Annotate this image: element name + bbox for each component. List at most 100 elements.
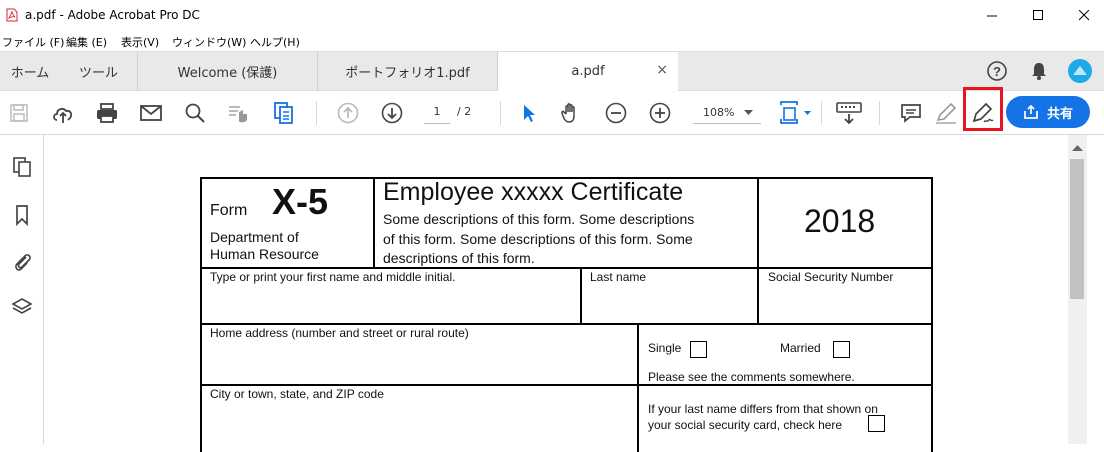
search-icon [185, 103, 205, 123]
right-pane-edge [1087, 135, 1104, 444]
document-view[interactable]: Form X-5 Department of Human Resource Em… [44, 135, 1068, 452]
maximize-button[interactable] [1015, 0, 1061, 31]
single-label: Single [648, 341, 682, 355]
save-icon [10, 104, 28, 122]
plus-circle-icon [649, 102, 671, 124]
name-differs-checkbox[interactable] [868, 415, 885, 432]
married-checkbox[interactable] [833, 341, 850, 358]
name-differs-line-2: your social security card, check here [648, 418, 843, 432]
ssn-label: Social Security Number [768, 270, 894, 284]
scroll-up-icon[interactable] [1072, 145, 1083, 152]
cursor-arrow-icon [524, 105, 535, 122]
home-address-label: Home address (number and street or rural… [210, 326, 469, 340]
fill-and-sign-button[interactable] [970, 100, 996, 126]
zoom-select[interactable]: 108% [693, 103, 761, 124]
request-sign-button[interactable] [225, 100, 251, 126]
attachments-button[interactable] [10, 249, 34, 273]
notifications-button[interactable] [1027, 59, 1051, 83]
form-description-line-3: descriptions of this form. [383, 250, 535, 266]
tab-portfolio-label: ポートフォリオ1.pdf [345, 66, 470, 81]
tab-tools-label: ツール [78, 66, 118, 81]
toolbar-divider [879, 101, 880, 125]
select-tool-button[interactable] [515, 100, 541, 126]
menu-window[interactable]: ウィンドウ(W) [172, 34, 246, 50]
form-description-line-2: of this form. Some descriptions of this … [383, 231, 693, 247]
arrow-down-circle-icon [381, 102, 403, 124]
married-label: Married [780, 341, 821, 355]
toolbar: 1 / 2 108% 共有 [0, 87, 1104, 135]
avatar-icon [1068, 59, 1092, 83]
menu-file[interactable]: ファイル (F) [2, 34, 64, 50]
close-window-button[interactable] [1061, 0, 1104, 31]
next-page-button[interactable] [379, 100, 405, 126]
zoom-out-button[interactable] [603, 100, 629, 126]
left-navigation-pane [0, 135, 44, 444]
chevron-down-icon [744, 110, 753, 115]
menu-edit[interactable]: 編集 (E) [66, 34, 107, 50]
email-button[interactable] [138, 100, 164, 126]
tab-a-pdf[interactable]: a.pdf × [498, 52, 678, 91]
comment-button[interactable] [898, 100, 924, 126]
help-button[interactable]: ? [985, 59, 1009, 83]
single-checkbox[interactable] [690, 341, 707, 358]
window-title: a.pdf - Adobe Acrobat Pro DC [25, 8, 200, 22]
title-bar: a.pdf - Adobe Acrobat Pro DC [0, 0, 1104, 31]
account-avatar[interactable] [1067, 58, 1093, 84]
form-title: Employee xxxxx Certificate [383, 178, 684, 206]
fit-width-icon [780, 101, 811, 124]
vertical-scrollbar[interactable] [1068, 135, 1087, 444]
tab-home-label: ホーム [10, 66, 50, 81]
minimize-button[interactable] [969, 0, 1015, 31]
hand-tool-button[interactable] [558, 100, 584, 126]
close-icon [1078, 10, 1089, 21]
minimize-icon [986, 15, 997, 17]
hand-pointer-icon [229, 106, 247, 123]
fit-page-button[interactable] [778, 100, 814, 126]
name-differs-line-1: If your last name differs from that show… [648, 402, 878, 416]
form-word: Form [210, 202, 248, 219]
document-properties-button[interactable] [271, 100, 297, 126]
tab-close-icon[interactable]: × [656, 62, 668, 78]
page-thumbnails-button[interactable] [10, 155, 34, 179]
sign-pen-icon [972, 102, 994, 123]
search-button[interactable] [182, 100, 208, 126]
print-button[interactable] [94, 100, 120, 126]
scrollbar-thumb[interactable] [1070, 159, 1084, 299]
cloud-upload-icon [53, 107, 73, 123]
maximize-icon [1032, 10, 1043, 20]
tab-portfolio[interactable]: ポートフォリオ1.pdf [318, 52, 498, 91]
previous-page-button[interactable] [335, 100, 361, 126]
bell-icon [1032, 63, 1046, 80]
toolbar-divider [821, 101, 822, 125]
tab-home[interactable]: ホーム [0, 52, 60, 91]
page-total: / 2 [457, 105, 472, 118]
layers-button[interactable] [10, 295, 34, 319]
arrow-up-circle-icon [337, 102, 359, 124]
tab-tools[interactable]: ツール [60, 52, 138, 91]
save-button[interactable] [6, 100, 32, 126]
tab-a-pdf-label: a.pdf [571, 64, 605, 79]
pen-highlight-icon [936, 102, 957, 124]
last-name-label: Last name [590, 270, 647, 284]
department-line-2: Human Resource [210, 246, 319, 262]
highlight-button[interactable] [933, 100, 959, 126]
share-button[interactable]: 共有 [1006, 96, 1090, 128]
tab-bar: ホーム ツール Welcome (保護) ポートフォリオ1.pdf a.pdf … [0, 51, 1104, 91]
page-number-input[interactable]: 1 [424, 103, 450, 124]
zoom-in-button[interactable] [647, 100, 673, 126]
menu-view[interactable]: 表示(V) [121, 34, 159, 50]
comment-icon [901, 104, 921, 123]
keyboard-tools-button[interactable] [835, 100, 863, 126]
keyboard-icon [836, 102, 862, 125]
first-name-label: Type or print your first name and middle… [210, 270, 456, 284]
menu-help[interactable]: ヘルプ(H) [250, 34, 300, 50]
upload-cloud-button[interactable] [50, 100, 76, 126]
bookmark-icon [16, 205, 28, 226]
acrobat-app-icon [6, 8, 18, 22]
department-line-1: Department of [210, 229, 299, 245]
bookmarks-button[interactable] [10, 203, 34, 227]
form-page: Form X-5 Department of Human Resource Em… [200, 177, 933, 452]
svg-text:?: ? [993, 64, 1001, 79]
tab-welcome[interactable]: Welcome (保護) [138, 52, 318, 91]
toolbar-divider [500, 101, 501, 125]
